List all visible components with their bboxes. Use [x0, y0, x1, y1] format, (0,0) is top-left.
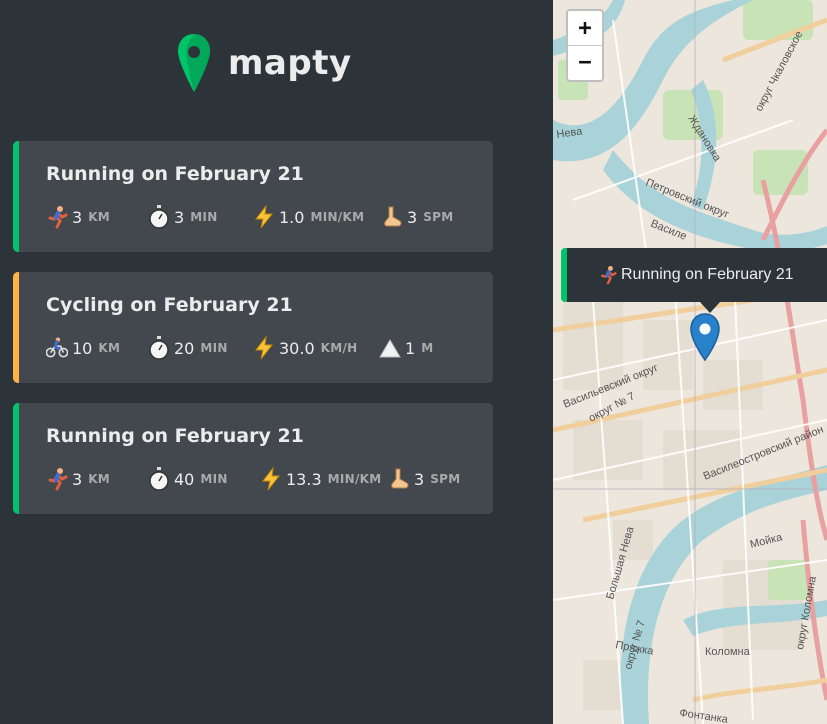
workout-details: 3 KM 40 MIN 13.3 MIN/KM 3 SPM [46, 467, 460, 491]
popup-text: Running on February 21 [621, 266, 794, 283]
foot-icon [381, 205, 403, 229]
running-icon [46, 205, 68, 229]
workout-distance: 3 KM [46, 467, 148, 491]
workout-duration: 3 MIN [148, 205, 253, 229]
running-icon [46, 467, 68, 491]
map-area[interactable]: Нева Ждановка округ Чкаловское Петровски… [553, 0, 827, 724]
workout-title: Cycling on February 21 [46, 294, 293, 316]
workout-details: 10 KM 20 MIN 30.0 KM/H 1 M [46, 336, 433, 360]
workout-duration: 20 MIN [148, 336, 253, 360]
map-popup[interactable]: Running on February 21 [561, 248, 827, 302]
workout-pace: 1.0 MIN/KM [253, 205, 381, 229]
workout-title: Running on February 21 [46, 425, 304, 447]
workout-pace: 13.3 MIN/KM [260, 467, 388, 491]
sidebar: mapty Running on February 21 3 KM 3 MIN … [0, 0, 553, 724]
app-name: mapty [228, 43, 352, 83]
workout-card[interactable]: Cycling on February 21 10 KM 20 MIN 30.0… [13, 272, 493, 383]
cycling-icon [46, 336, 68, 360]
zoom-out-button[interactable]: − [568, 45, 602, 79]
workout-type-bar [13, 403, 19, 514]
zoom-in-button[interactable]: + [568, 11, 602, 45]
map-tiles[interactable]: Нева Ждановка округ Чкаловское Петровски… [553, 0, 827, 724]
popup-tip [700, 302, 720, 313]
workout-details: 3 KM 3 MIN 1.0 MIN/KM 3 SPM [46, 205, 453, 229]
app-logo: mapty [176, 32, 352, 94]
workout-distance: 10 KM [46, 336, 148, 360]
workout-card[interactable]: Running on February 21 3 KM 3 MIN 1.0 MI… [13, 141, 493, 252]
workout-distance: 3 KM [46, 205, 148, 229]
workouts-list: Running on February 21 3 KM 3 MIN 1.0 MI… [13, 141, 493, 534]
foot-icon [388, 467, 410, 491]
workout-type-bar [13, 272, 19, 383]
workout-cadence: 3 SPM [381, 205, 453, 229]
map-marker-icon[interactable] [689, 313, 721, 361]
stopwatch-icon [148, 467, 170, 491]
zoom-control: + − [566, 9, 604, 82]
lightning-icon [260, 467, 282, 491]
workout-cadence: 3 SPM [388, 467, 460, 491]
workout-elevation: 1 M [379, 336, 433, 360]
running-icon [599, 265, 617, 289]
stopwatch-icon [148, 336, 170, 360]
workout-speed: 30.0 KM/H [253, 336, 379, 360]
lightning-icon [253, 336, 275, 360]
workout-duration: 40 MIN [148, 467, 260, 491]
stopwatch-icon [148, 205, 170, 229]
mountain-icon [379, 336, 401, 360]
workout-title: Running on February 21 [46, 163, 304, 185]
lightning-icon [253, 205, 275, 229]
workout-type-bar [13, 141, 19, 252]
workout-card[interactable]: Running on February 21 3 KM 40 MIN 13.3 … [13, 403, 493, 514]
map-label: Коломна [705, 646, 751, 658]
map-pin-logo-icon [178, 34, 210, 92]
